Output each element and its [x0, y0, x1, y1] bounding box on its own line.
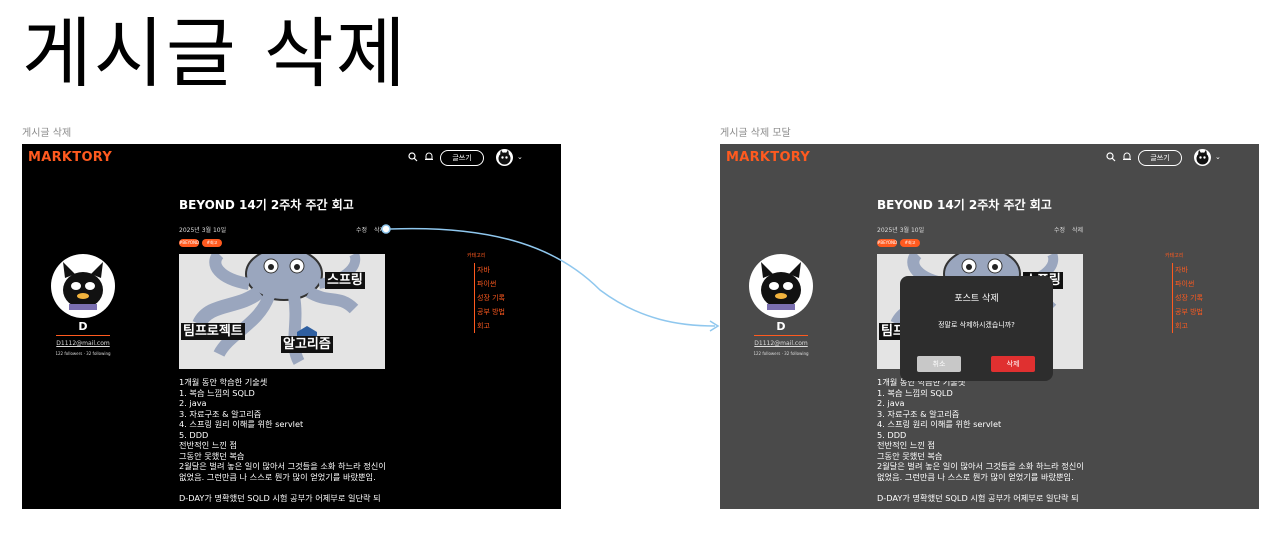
body-line: 5. DDD — [179, 429, 209, 440]
modal-title: 포스트 삭제 — [954, 294, 999, 304]
body-line: 2. java — [179, 398, 207, 408]
body-line: 3. 자료구조 & 알고리즘 — [179, 408, 262, 419]
hero-label-team: 팀프로젝트 — [181, 323, 245, 340]
profile-follow-counts[interactable]: 122 followers · 32 following — [22, 351, 144, 356]
toc-item[interactable]: 성장 기록 — [477, 291, 505, 305]
post-date: 2025년 3월 10일 — [179, 227, 227, 234]
profile-email[interactable]: D1112@mail.com — [22, 340, 144, 347]
profile-avatar — [51, 254, 115, 318]
marktory-logo[interactable]: MARKTORY — [28, 150, 112, 165]
bell-icon[interactable] — [424, 152, 434, 166]
profile-divider — [56, 335, 110, 336]
toc-heading: 카테고리 — [467, 253, 486, 259]
modal-message: 정말로 삭제하시겠습니까? — [938, 321, 1015, 329]
body-line: 그동안 못했던 복습 — [179, 450, 245, 461]
user-avatar[interactable] — [496, 149, 513, 166]
arrow-head — [709, 320, 720, 332]
body-line: 4. 스프링 원리 이해를 위한 servlet — [179, 419, 304, 429]
post-page-frame: MARKTORY 글쓰기 ⌄ D D1112@mail.com 122 foll… — [22, 144, 561, 509]
post-body: 1개월 동안 학습한 기술셋 1. 복습 느낌의 SQLD 2. java 3.… — [179, 377, 479, 503]
body-line: 1. 복습 느낌의 SQLD — [179, 387, 255, 398]
delete-confirm-modal: 포스트 삭제 정말로 삭제하시겠습니까? 취소 삭제 — [900, 276, 1053, 381]
tag-chip[interactable]: #BEYOND — [179, 239, 199, 247]
cancel-button[interactable]: 취소 — [917, 356, 961, 372]
toc-item[interactable]: 회고 — [477, 319, 505, 333]
search-icon[interactable] — [408, 152, 418, 166]
chevron-down-icon[interactable]: ⌄ — [517, 153, 523, 161]
body-line: D-DAY가 명확했던 SQLD 시험 공부가 어제부로 일단락 되 — [179, 492, 381, 503]
right-frame-label: 게시글 삭제 모달 — [720, 128, 791, 139]
toc-item[interactable]: 파이썬 — [477, 277, 505, 291]
post-title: BEYOND 14기 2주차 주간 회고 — [179, 198, 354, 212]
category-toc: 자바 파이썬 성장 기록 공부 방법 회고 — [474, 263, 505, 333]
toc-item[interactable]: 공부 방법 — [477, 305, 505, 319]
tag-chip[interactable]: #회고 — [202, 239, 222, 247]
top-navbar: MARKTORY 글쓰기 ⌄ — [22, 144, 561, 172]
page-title: 게시글 삭제 — [22, 9, 408, 98]
body-line: 1개월 동안 학습한 기술셋 — [179, 377, 268, 387]
body-line: 전반적인 느낀 점 — [179, 440, 237, 450]
body-line: 2월달은 벌려 놓은 일이 많아서 그것들을 소화 하느라 정신이 — [179, 461, 386, 471]
delete-button[interactable]: 삭제 — [374, 225, 385, 234]
hero-label-algo: 알고리즘 — [281, 336, 333, 353]
delete-modal-frame: MARKTORY 글쓰기 ⌄ D D1112@mail.com 122 foll… — [720, 144, 1259, 509]
body-line: 없었음. 그런만큼 나 스스로 뭔가 많이 얻었기를 바랐뿐임. — [179, 471, 376, 482]
post-hero-image: 스프링 팀프로젝트 알고리즘 — [179, 254, 385, 369]
toc-item[interactable]: 자바 — [477, 263, 505, 277]
write-button[interactable]: 글쓰기 — [440, 150, 484, 166]
left-frame-label: 게시글 삭제 — [22, 128, 72, 139]
edit-button[interactable]: 수정 — [356, 225, 367, 234]
confirm-delete-button[interactable]: 삭제 — [991, 356, 1035, 372]
hero-label-spring: 스프링 — [325, 272, 365, 289]
profile-name: D — [78, 320, 88, 333]
